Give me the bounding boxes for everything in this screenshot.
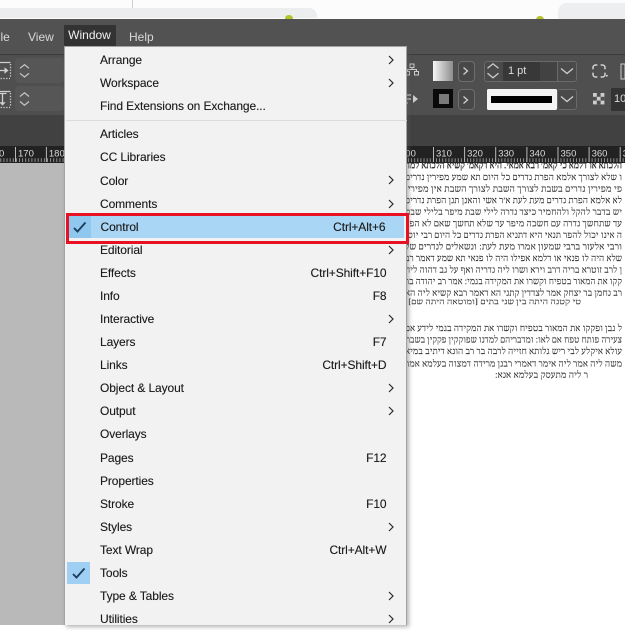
svg-text:350: 350	[561, 149, 577, 160]
svg-text:0: 0	[0, 149, 4, 160]
svg-text:360: 360	[592, 149, 608, 160]
svg-text:340: 340	[529, 149, 545, 160]
svg-text:320: 320	[467, 149, 483, 160]
svg-text:310: 310	[436, 149, 452, 160]
svg-text:180: 180	[49, 149, 65, 160]
svg-text:00: 00	[405, 149, 416, 160]
svg-text:330: 330	[498, 149, 514, 160]
svg-text:170: 170	[18, 149, 34, 160]
